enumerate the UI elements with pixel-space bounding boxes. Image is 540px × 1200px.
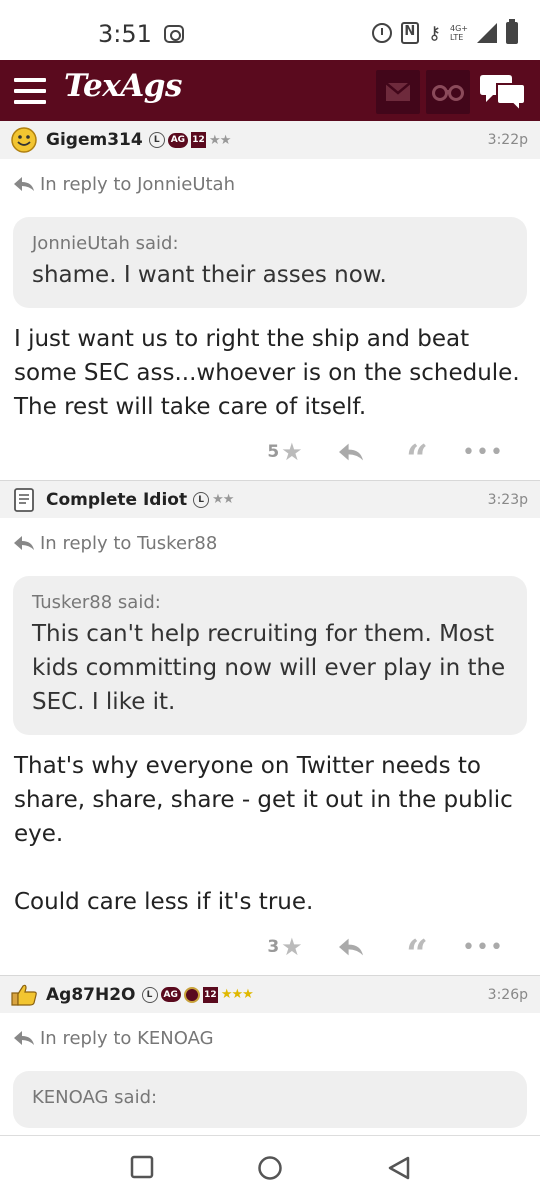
home-icon[interactable] xyxy=(257,1155,283,1181)
messages-button[interactable] xyxy=(376,70,420,114)
badge-l: L xyxy=(141,986,158,1003)
username[interactable]: Ag87H2O xyxy=(46,985,136,1005)
quote-button[interactable]: “ xyxy=(384,930,450,976)
quote-block: KENOAG said: xyxy=(13,1071,527,1128)
quote-author: JonnieUtah said: xyxy=(32,233,179,254)
more-button[interactable]: ••• xyxy=(450,440,516,465)
post-body: I just want us to right the ship and bea… xyxy=(14,326,520,420)
app-header: TexAgs xyxy=(0,60,540,121)
reply-icon xyxy=(339,938,363,956)
vpn-key-icon: ⚷ xyxy=(427,22,441,44)
watch-button[interactable] xyxy=(426,70,470,114)
post-body: That's why everyone on Twitter needs to … xyxy=(14,753,513,915)
star-count: 3 xyxy=(267,937,280,957)
signal-icon xyxy=(477,23,497,43)
cast-icon xyxy=(164,25,184,43)
status-time: 3:51 xyxy=(98,20,152,48)
back-icon[interactable] xyxy=(386,1155,412,1181)
network-type: 4G+ LTE xyxy=(450,24,468,42)
reply-arrow-icon xyxy=(14,177,34,191)
ring-badge-icon xyxy=(183,986,200,1003)
post: Ag87H2O L AG 12 ★★★ 3:26p In reply to KE… xyxy=(0,975,540,1128)
quote-block: JonnieUtah said: shame. I want their ass… xyxy=(13,217,527,308)
reply-arrow-icon xyxy=(14,1031,34,1045)
menu-icon[interactable] xyxy=(14,78,46,104)
reply-to-label: In reply to KENOAG xyxy=(40,1027,214,1049)
binoculars-icon xyxy=(432,85,464,101)
rank-stars: ★★ xyxy=(212,492,234,507)
reply-to-label: In reply to Tusker88 xyxy=(40,532,218,554)
quote-icon: “ xyxy=(406,436,428,481)
star-button[interactable]: 5 ★ xyxy=(252,438,318,466)
rank-stars: ★★ xyxy=(209,132,231,148)
badge-l: L xyxy=(148,132,165,148)
reply-button[interactable] xyxy=(318,443,384,461)
badge-l: L xyxy=(193,491,210,508)
post-actions: 5 ★ “ ••• xyxy=(0,424,540,480)
quote-button[interactable]: “ xyxy=(384,435,450,481)
quote-icon: “ xyxy=(406,931,428,976)
post-header: Ag87H2O L AG 12 ★★★ 3:26p xyxy=(0,975,540,1013)
username[interactable]: Complete Idiot xyxy=(46,490,187,510)
username[interactable]: Gigem314 xyxy=(46,130,143,150)
reply-arrow-icon xyxy=(14,536,34,550)
battery-icon xyxy=(506,19,518,44)
post-actions: 3 ★ “ ••• xyxy=(0,919,540,975)
smiley-avatar-icon[interactable] xyxy=(10,126,38,154)
reply-to-link[interactable]: In reply to JonnieUtah xyxy=(0,159,540,209)
alarm-icon xyxy=(371,23,392,43)
post-time: 3:26p xyxy=(487,986,528,1003)
star-icon: ★ xyxy=(281,933,303,961)
post-header: Complete Idiot L ★★ 3:23p xyxy=(0,480,540,518)
badge-12: 12 xyxy=(191,132,207,148)
system-nav-bar xyxy=(0,1135,540,1200)
more-button[interactable]: ••• xyxy=(450,935,516,960)
chat-bubbles-icon xyxy=(480,75,526,114)
recents-icon[interactable] xyxy=(130,1155,154,1179)
mail-icon xyxy=(385,82,411,101)
post-header: Gigem314 L AG 12 ★★ 3:22p xyxy=(0,121,540,159)
post-time: 3:23p xyxy=(487,491,528,508)
chat-button[interactable] xyxy=(480,72,526,116)
star-button[interactable]: 3 ★ xyxy=(252,933,318,961)
badge-12: 12 xyxy=(202,986,218,1003)
notepad-avatar-icon[interactable] xyxy=(10,486,38,514)
status-bar: 3:51 N ⚷ 4G+ LTE xyxy=(0,0,540,60)
star-count: 5 xyxy=(267,442,280,462)
quote-author: Tusker88 said: xyxy=(32,592,161,613)
star-icon: ★ xyxy=(281,438,303,466)
post-time: 3:22p xyxy=(487,132,528,148)
quote-author: KENOAG said: xyxy=(32,1087,158,1108)
reply-to-link[interactable]: In reply to Tusker88 xyxy=(0,518,540,568)
post: Gigem314 L AG 12 ★★ 3:22p In reply to Jo… xyxy=(0,121,540,480)
site-logo[interactable]: TexAgs xyxy=(64,68,182,104)
quote-text: This can't help recruiting for them. Mos… xyxy=(32,621,506,715)
reply-to-link[interactable]: In reply to KENOAG xyxy=(0,1013,540,1063)
reply-button[interactable] xyxy=(318,938,384,956)
quote-text: shame. I want their asses now. xyxy=(32,262,387,288)
more-icon: ••• xyxy=(462,439,504,465)
more-icon: ••• xyxy=(462,934,504,960)
thumbs-up-avatar-icon[interactable] xyxy=(10,981,38,1009)
quote-block: Tusker88 said: This can't help recruitin… xyxy=(13,576,527,735)
rank-stars: ★★★ xyxy=(220,987,254,1002)
thread-content[interactable]: Gigem314 L AG 12 ★★ 3:22p In reply to Jo… xyxy=(0,121,540,1135)
badge-ag: AG xyxy=(160,987,181,1002)
reply-icon xyxy=(339,443,363,461)
nfc-icon: N xyxy=(400,22,419,44)
post: Complete Idiot L ★★ 3:23p In reply to Tu… xyxy=(0,480,540,975)
reply-to-label: In reply to JonnieUtah xyxy=(40,173,235,195)
badge-ag: AG xyxy=(167,132,189,148)
